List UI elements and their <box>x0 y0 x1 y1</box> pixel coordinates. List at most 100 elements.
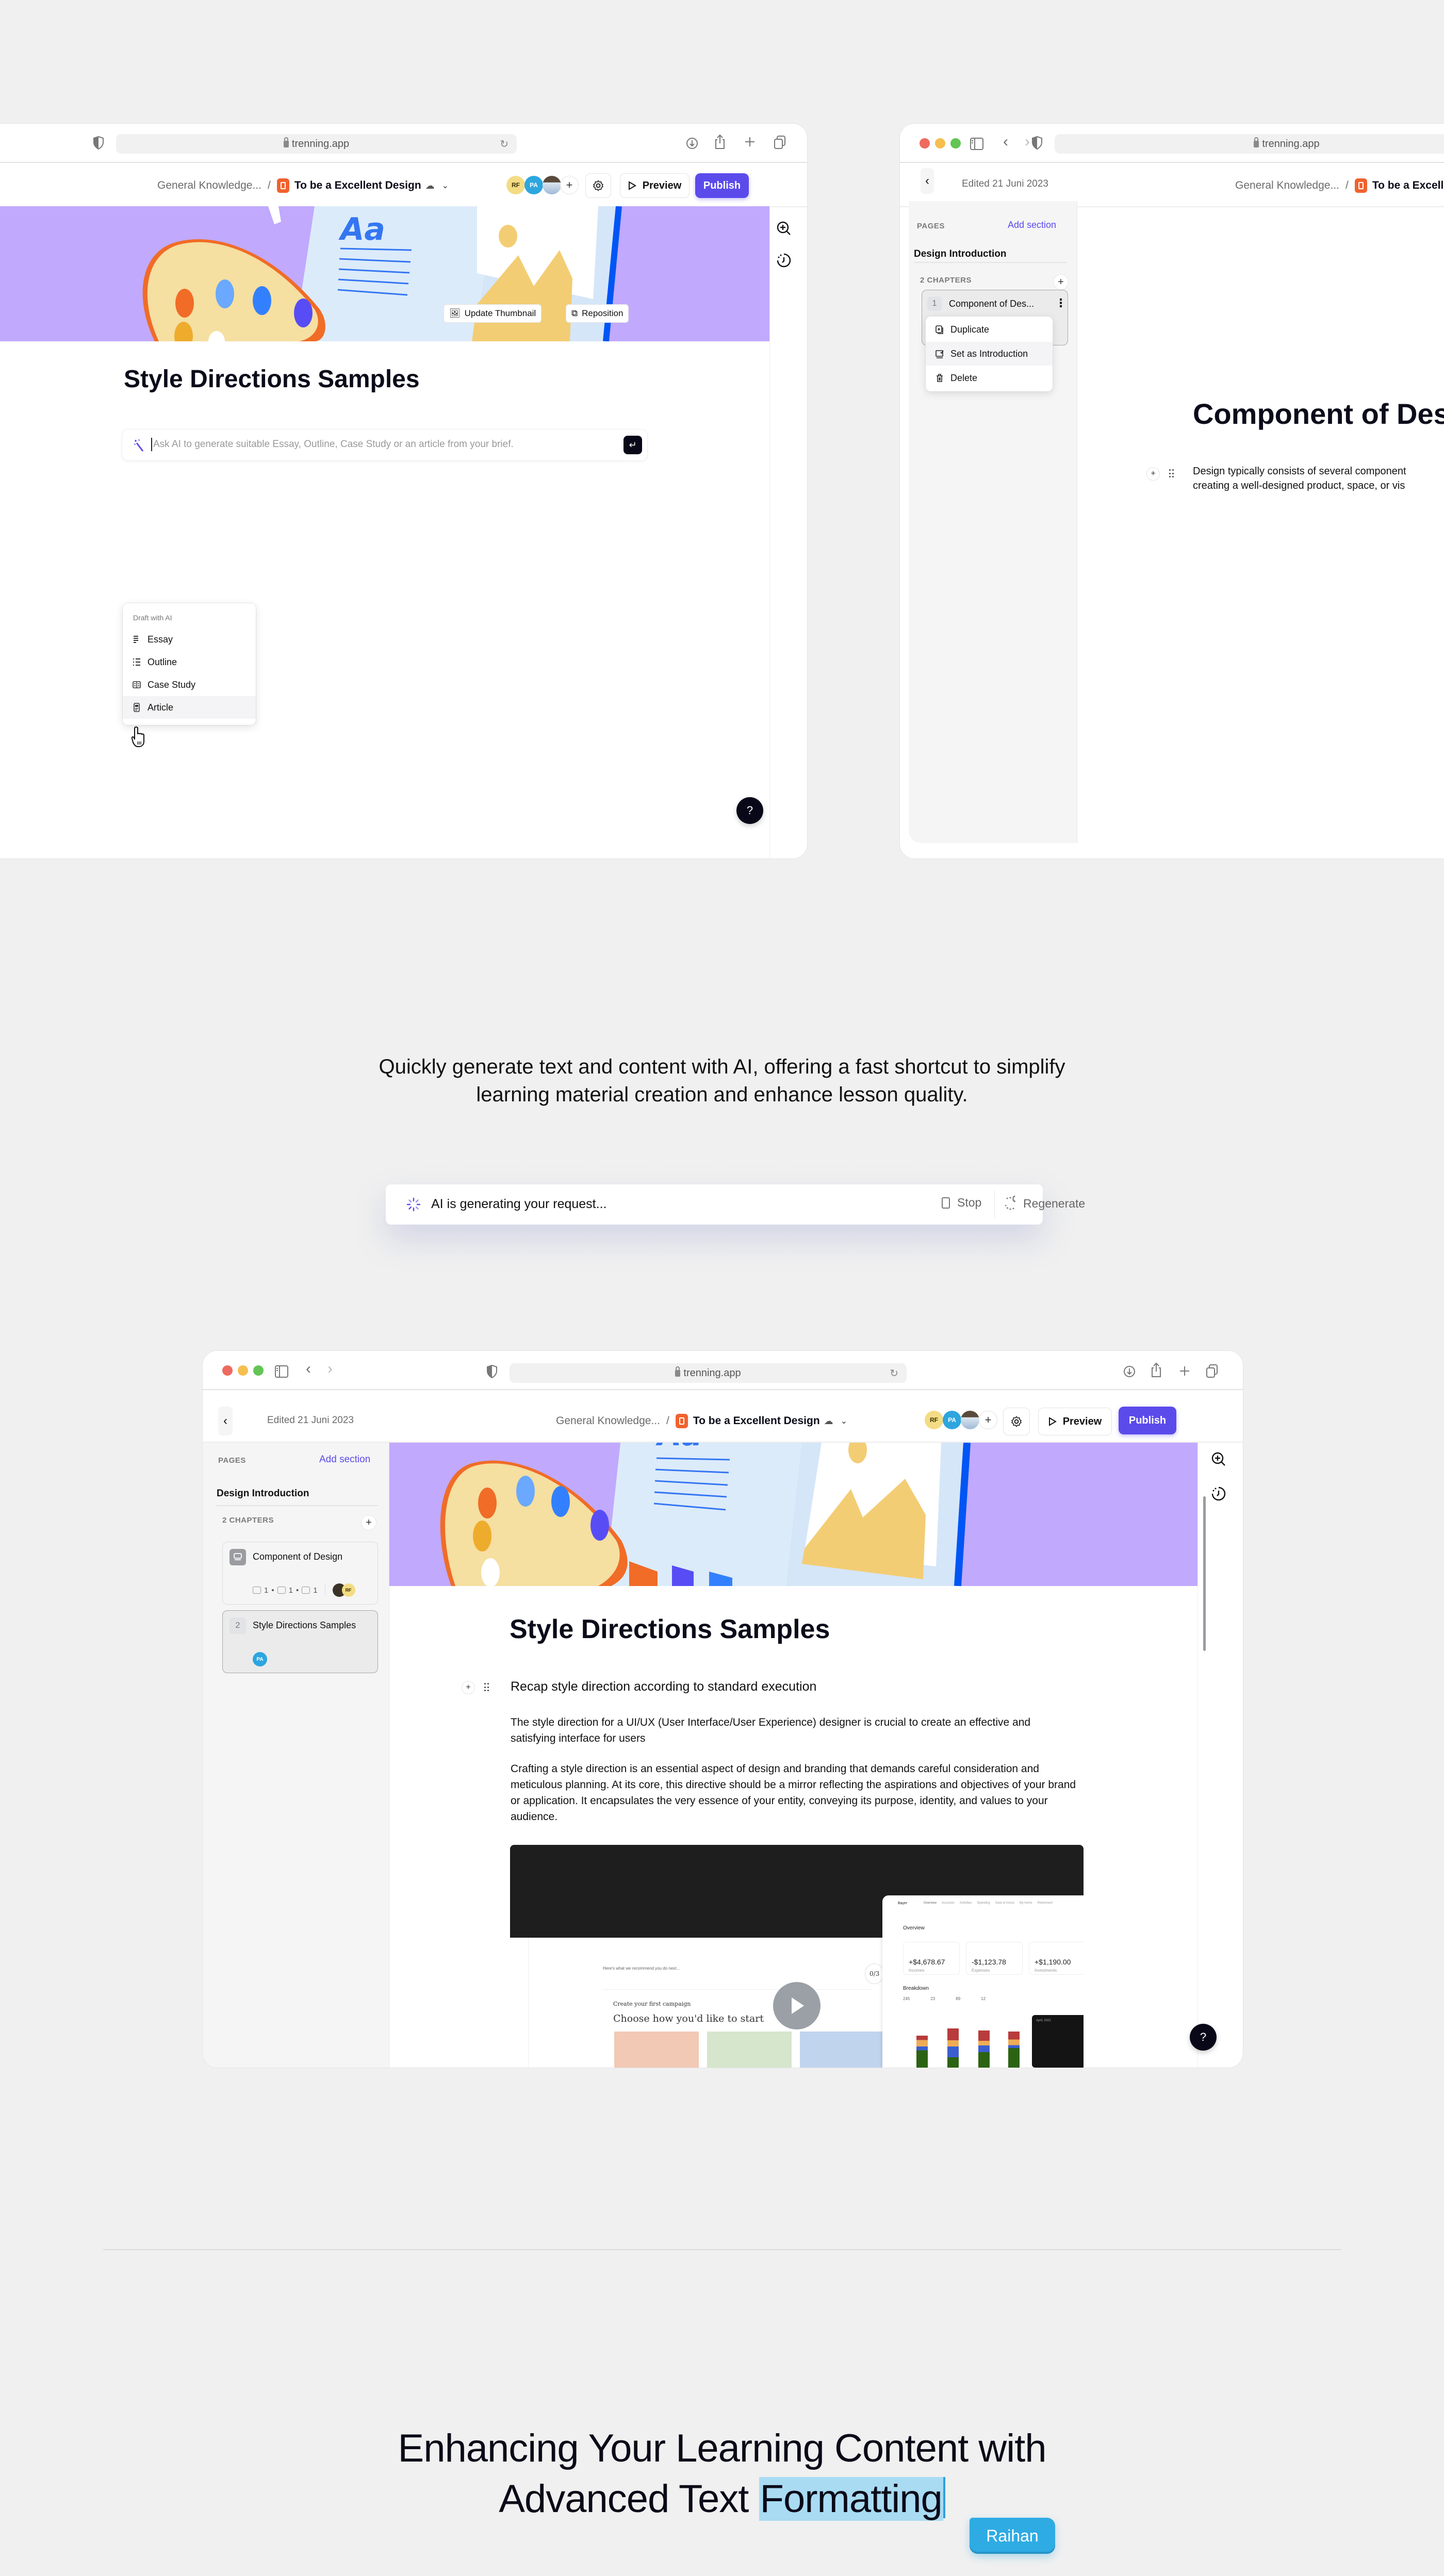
history-icon[interactable] <box>776 253 792 268</box>
avatar-pa[interactable]: PA <box>943 1411 961 1429</box>
paragraph-text[interactable]: Design typically consists of several com… <box>1193 464 1406 493</box>
settings-button[interactable] <box>1003 1408 1030 1435</box>
help-button[interactable]: ? <box>736 797 763 824</box>
avatar-pa[interactable]: PA <box>524 176 543 194</box>
add-chapter-button[interactable]: + <box>361 1515 376 1530</box>
new-tab-icon[interactable] <box>1179 1365 1190 1377</box>
breadcrumb-parent[interactable]: General Knowledge... <box>1235 179 1339 192</box>
forward-icon[interactable]: › <box>327 1361 333 1377</box>
reload-icon[interactable]: ↻ <box>500 138 508 151</box>
menu-item-delete[interactable]: Delete <box>926 366 1053 390</box>
preview-button[interactable]: Preview <box>620 173 690 198</box>
add-block-button[interactable]: + <box>1146 467 1160 481</box>
reposition-button[interactable]: ⧉ Reposition <box>566 304 629 323</box>
ai-prompt-input[interactable]: Ask AI to generate suitable Essay, Outli… <box>122 429 648 461</box>
shield-icon[interactable] <box>486 1365 498 1378</box>
page-title[interactable]: Style Directions Samples <box>124 365 420 393</box>
back-button[interactable]: ‹ <box>921 168 934 194</box>
add-section-link[interactable]: Add section <box>1008 220 1056 230</box>
back-icon[interactable]: ‹ <box>1003 134 1008 150</box>
add-collaborator-button[interactable]: + <box>979 1411 997 1429</box>
tabs-overview-icon[interactable] <box>1206 1364 1218 1378</box>
new-tab-icon[interactable] <box>744 136 756 150</box>
chevron-down-icon[interactable]: ⌄ <box>841 1416 847 1426</box>
publish-button[interactable]: Publish <box>1119 1407 1176 1434</box>
send-button[interactable]: ↵ <box>623 436 642 454</box>
book-open-icon <box>133 681 141 688</box>
zoom-in-icon[interactable] <box>776 221 792 236</box>
drag-handle-icon[interactable] <box>1169 469 1174 478</box>
tabs-overview-icon[interactable] <box>774 135 786 152</box>
add-collaborator-button[interactable]: + <box>560 176 579 194</box>
add-section-link[interactable]: Add section <box>319 1454 370 1465</box>
dashboard-breakdown-stats: 245 23 89 12 <box>903 1996 986 2001</box>
menu-item-article[interactable]: Article <box>123 696 256 719</box>
text-lines-icon <box>134 636 138 643</box>
forward-icon[interactable]: › <box>1025 134 1030 150</box>
shield-icon[interactable] <box>93 136 104 152</box>
menu-item-case-study[interactable]: Case Study <box>123 673 256 696</box>
avatar-photo[interactable] <box>543 176 561 194</box>
breadcrumb-parent[interactable]: General Knowledge... <box>157 179 261 192</box>
reload-icon[interactable]: ↻ <box>890 1367 898 1380</box>
chevron-down-icon[interactable]: ⌄ <box>442 180 449 191</box>
section-title[interactable]: Design Introduction <box>914 249 1006 260</box>
maximize-window-button[interactable] <box>253 1365 264 1376</box>
maximize-window-button[interactable] <box>950 138 961 148</box>
menu-item-outline[interactable]: Outline <box>123 651 256 673</box>
menu-item-duplicate[interactable]: Duplicate <box>926 318 1053 341</box>
app-header: ‹ Edited 21 Juni 2023 General Knowledge.… <box>203 1396 1243 1443</box>
page-title[interactable]: Style Directions Samples <box>510 1614 830 1645</box>
update-thumbnail-button[interactable]: 🖼 Update Thumbnail <box>444 304 542 323</box>
shield-icon[interactable] <box>1031 136 1043 150</box>
paragraph-text[interactable]: The style direction for a UI/UX (User In… <box>511 1714 1073 1746</box>
close-window-button[interactable] <box>920 138 930 148</box>
history-icon[interactable] <box>1211 1486 1226 1501</box>
preview-button[interactable]: Preview <box>1038 1408 1112 1435</box>
minimize-window-button[interactable] <box>238 1365 248 1376</box>
menu-item-set-as-introduction[interactable]: Set as Introduction <box>926 342 1053 366</box>
zoom-in-icon[interactable] <box>1211 1451 1226 1467</box>
video-play-button[interactable] <box>773 1982 821 2029</box>
chapter-card[interactable]: Component of Design 1 • 1 • 1 RF <box>222 1542 378 1605</box>
section-heading[interactable]: Recap style direction according to stand… <box>511 1679 816 1694</box>
highlighted-text[interactable]: Formatting <box>759 2477 943 2521</box>
publish-button[interactable]: Publish <box>695 173 749 198</box>
breadcrumb-parent[interactable]: General Knowledge... <box>556 1415 660 1427</box>
more-vertical-icon[interactable]: ⋮ <box>1055 296 1066 310</box>
address-bar[interactable]: trenning.app ↻ <box>116 134 517 154</box>
download-icon[interactable] <box>1123 1364 1136 1379</box>
back-icon[interactable]: ‹ <box>306 1361 311 1377</box>
course-title[interactable]: To be a Excellent Design <box>294 179 421 192</box>
dashboard-nav-item: Spending <box>977 1902 990 1905</box>
page-title[interactable]: Component of Des <box>1193 397 1444 431</box>
minimize-window-button[interactable] <box>935 138 945 148</box>
share-icon[interactable] <box>714 134 726 152</box>
settings-button[interactable] <box>585 173 611 198</box>
add-chapter-button[interactable]: + <box>1053 274 1069 290</box>
scrollbar[interactable] <box>1203 1496 1206 1651</box>
video-embed[interactable]: Here's what we recommend you do next... … <box>510 1845 1084 2068</box>
download-icon[interactable] <box>686 136 698 153</box>
section-title[interactable]: Design Introduction <box>217 1488 309 1499</box>
close-window-button[interactable] <box>222 1365 233 1376</box>
back-button[interactable]: ‹ <box>218 1407 233 1435</box>
avatar-rf[interactable]: RF <box>925 1411 943 1429</box>
paragraph-text[interactable]: Crafting a style direction is an essenti… <box>511 1761 1083 1825</box>
menu-item-essay[interactable]: Essay <box>123 628 256 651</box>
regenerate-button[interactable]: Regenerate <box>1004 1196 1085 1211</box>
avatar-rf[interactable]: RF <box>506 176 525 194</box>
avatar-photo[interactable] <box>961 1411 979 1429</box>
sidebar-toggle-icon[interactable] <box>275 1365 288 1378</box>
sidebar-toggle-icon[interactable] <box>970 138 983 150</box>
share-icon[interactable] <box>1151 1362 1162 1378</box>
address-bar[interactable]: trenning.app ↻ <box>510 1363 907 1383</box>
course-title[interactable]: To be a Excellent Design <box>693 1415 820 1427</box>
chapter-card[interactable]: 2 Style Directions Samples PA <box>222 1610 378 1673</box>
help-button[interactable]: ? <box>1190 2024 1217 2051</box>
drag-handle-icon[interactable] <box>484 1683 489 1692</box>
stop-button[interactable]: Stop <box>942 1196 981 1210</box>
address-bar[interactable]: trenning.app <box>1055 134 1444 154</box>
course-title[interactable]: To be a Excellent Design <box>1372 179 1444 192</box>
add-block-button[interactable]: + <box>462 1681 475 1694</box>
